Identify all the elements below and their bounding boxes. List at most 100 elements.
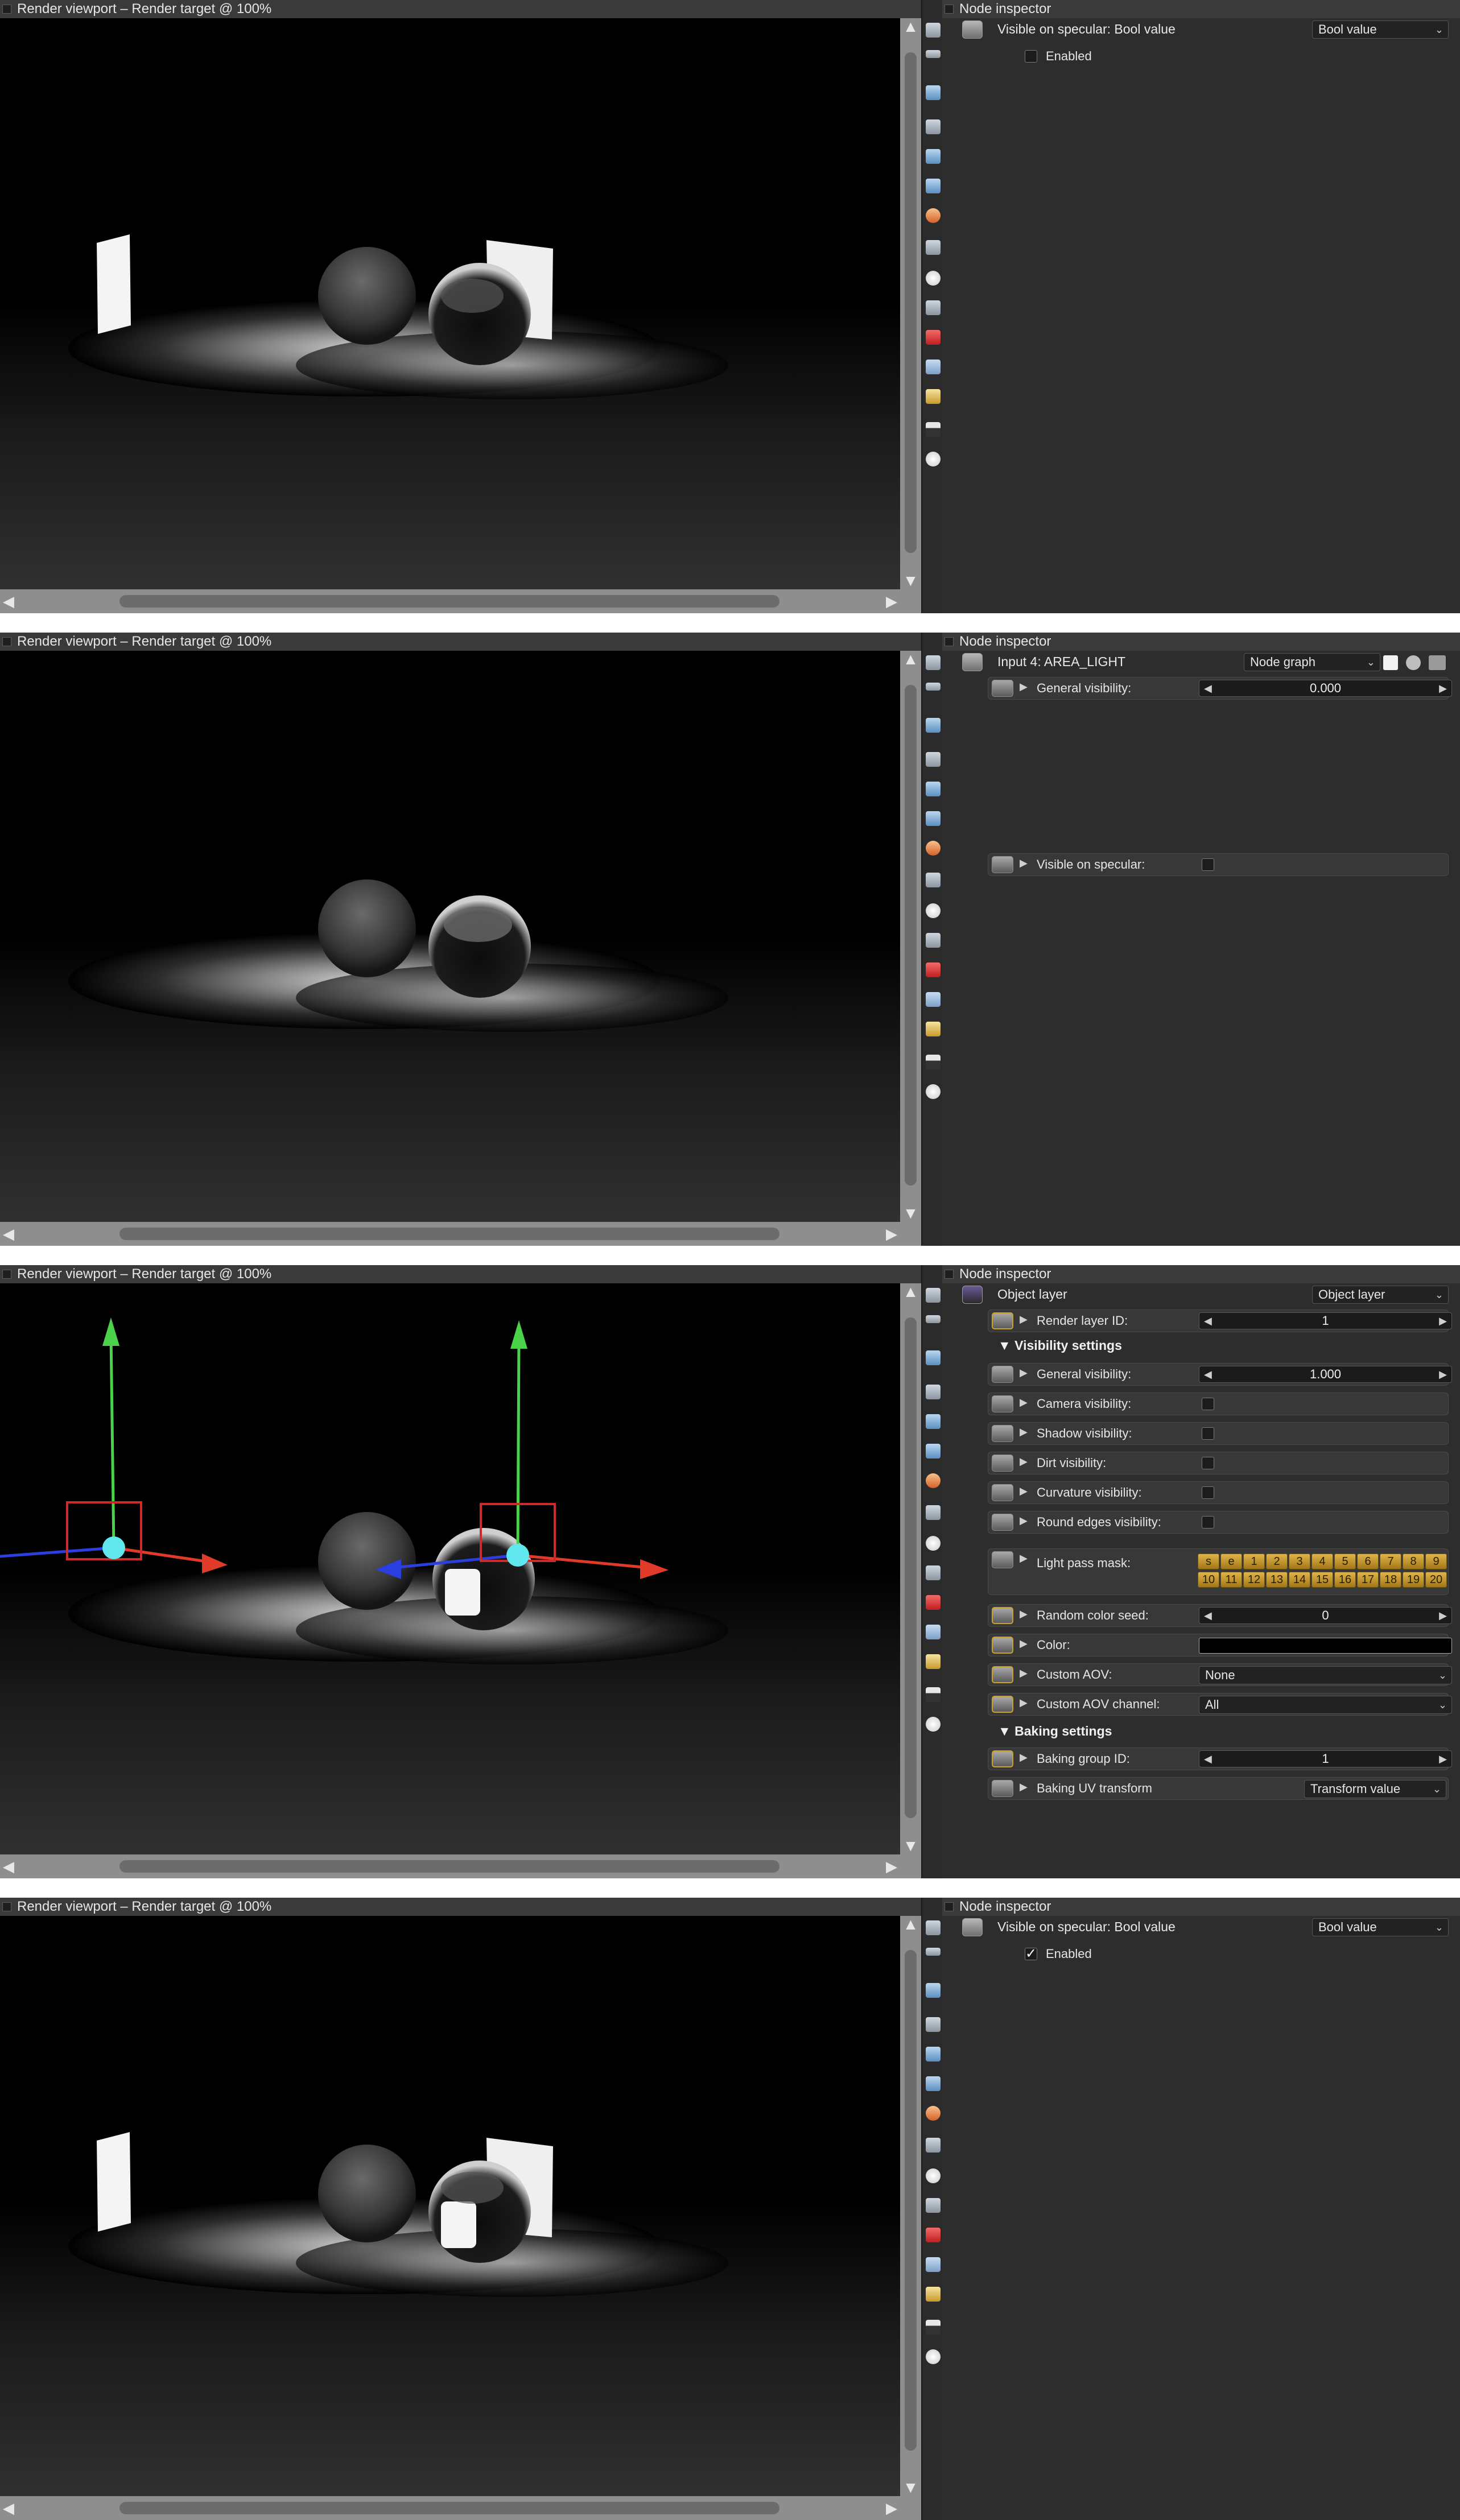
light-pass-mask-button[interactable]: 13 bbox=[1266, 1572, 1288, 1588]
scroll-thumb[interactable] bbox=[905, 1317, 917, 1818]
visible-on-specular-checkbox[interactable] bbox=[1202, 858, 1214, 871]
paint-icon[interactable] bbox=[926, 1473, 941, 1488]
node-icon[interactable] bbox=[926, 933, 941, 948]
round-edges-visibility-checkbox[interactable] bbox=[1202, 1516, 1214, 1528]
increment-arrow[interactable]: ▶ bbox=[1439, 1366, 1447, 1382]
scroll-thumb[interactable] bbox=[119, 595, 780, 608]
expand-icon[interactable]: ▶ bbox=[1020, 1397, 1028, 1408]
grid-icon[interactable] bbox=[926, 1505, 941, 1520]
list-icon[interactable] bbox=[926, 1315, 941, 1323]
scroll-left-arrow[interactable]: ◀ bbox=[0, 589, 17, 613]
window-close-icon[interactable] bbox=[945, 637, 954, 646]
clock-icon[interactable] bbox=[926, 271, 941, 286]
white-swatch-icon[interactable] bbox=[1383, 655, 1398, 670]
light-pass-mask-button[interactable]: 16 bbox=[1334, 1572, 1356, 1588]
clock-icon[interactable] bbox=[926, 2168, 941, 2183]
cube-stack-2-icon[interactable] bbox=[926, 2076, 941, 2091]
layers-icon[interactable] bbox=[926, 655, 941, 670]
picture-icon[interactable] bbox=[926, 422, 941, 437]
expand-icon[interactable]: ▶ bbox=[1020, 1751, 1028, 1763]
film-icon[interactable] bbox=[1429, 655, 1446, 670]
decrement-arrow[interactable]: ◀ bbox=[1204, 1366, 1212, 1382]
scroll-thumb[interactable] bbox=[119, 1228, 780, 1240]
grid-icon[interactable] bbox=[926, 2138, 941, 2153]
grid-icon[interactable] bbox=[926, 240, 941, 255]
list-icon[interactable] bbox=[926, 1948, 941, 1956]
scroll-left-arrow[interactable]: ◀ bbox=[0, 2496, 17, 2520]
layers-icon[interactable] bbox=[926, 1288, 941, 1303]
picture-icon[interactable] bbox=[926, 2320, 941, 2335]
light-pass-mask-button[interactable]: 10 bbox=[1198, 1572, 1219, 1588]
scroll-up-arrow[interactable]: ▲ bbox=[900, 18, 921, 35]
blue-cube-icon[interactable] bbox=[926, 360, 941, 374]
expand-icon[interactable]: ▶ bbox=[1020, 1697, 1028, 1709]
yellow-cube-icon[interactable] bbox=[926, 1654, 941, 1669]
yellow-cube-icon[interactable] bbox=[926, 389, 941, 404]
cube-stack-2-icon[interactable] bbox=[926, 179, 941, 193]
graph-icon[interactable] bbox=[926, 1385, 941, 1399]
scroll-right-arrow[interactable]: ▶ bbox=[883, 1222, 900, 1246]
light-pass-mask-button[interactable]: 6 bbox=[1357, 1554, 1379, 1569]
scroll-up-arrow[interactable]: ▲ bbox=[900, 1283, 921, 1300]
image-icon[interactable] bbox=[926, 85, 941, 100]
scroll-up-arrow[interactable]: ▲ bbox=[900, 1916, 921, 1933]
horizontal-scrollbar[interactable]: ◀ ▶ bbox=[0, 589, 900, 613]
expand-icon[interactable]: ▶ bbox=[1020, 857, 1028, 869]
scroll-down-arrow[interactable]: ▼ bbox=[900, 1205, 921, 1222]
graph-icon[interactable] bbox=[926, 752, 941, 767]
horizontal-scrollbar[interactable]: ◀ ▶ bbox=[0, 1222, 900, 1246]
enabled-checkbox[interactable]: ✓ bbox=[1025, 1947, 1037, 1961]
light-pass-mask-button[interactable]: 12 bbox=[1243, 1572, 1265, 1588]
light-pass-mask-button[interactable]: e bbox=[1220, 1554, 1242, 1569]
baking-group-id-field[interactable]: ◀ 1 ▶ bbox=[1199, 1750, 1452, 1767]
render-canvas[interactable] bbox=[0, 1283, 900, 1854]
light-pass-mask-button[interactable]: 2 bbox=[1266, 1554, 1288, 1569]
yellow-cube-icon[interactable] bbox=[926, 1022, 941, 1036]
custom-aov-select[interactable]: None ⌄ bbox=[1199, 1666, 1452, 1684]
scroll-down-arrow[interactable]: ▼ bbox=[900, 572, 921, 589]
light-pass-mask-button[interactable]: 19 bbox=[1403, 1572, 1424, 1588]
light-pass-mask-button[interactable]: 1 bbox=[1243, 1554, 1265, 1569]
expand-icon[interactable]: ▶ bbox=[1020, 1485, 1028, 1497]
sun-icon[interactable] bbox=[926, 2349, 941, 2364]
clock-icon[interactable] bbox=[926, 903, 941, 918]
image-icon[interactable] bbox=[926, 1350, 941, 1365]
light-pass-mask-button[interactable]: 20 bbox=[1425, 1572, 1447, 1588]
cube-stack-icon[interactable] bbox=[926, 1414, 941, 1429]
general-visibility-slider[interactable]: ◀ 0.000 ▶ bbox=[1199, 680, 1452, 697]
layers-icon[interactable] bbox=[926, 23, 941, 38]
horizontal-scrollbar[interactable]: ◀ ▶ bbox=[0, 1854, 900, 1878]
window-close-icon[interactable] bbox=[2, 637, 11, 646]
random-color-seed-field[interactable]: ◀ 0 ▶ bbox=[1199, 1607, 1452, 1624]
node-type-combo[interactable]: Object layer ⌄ bbox=[1312, 1286, 1449, 1304]
visibility-settings-section[interactable]: ▼ Visibility settings bbox=[998, 1338, 1122, 1353]
decrement-arrow[interactable]: ◀ bbox=[1204, 680, 1212, 696]
render-canvas[interactable] bbox=[0, 651, 900, 1222]
clock-icon[interactable] bbox=[926, 1536, 941, 1551]
scroll-down-arrow[interactable]: ▼ bbox=[900, 1837, 921, 1854]
paint-icon[interactable] bbox=[926, 2106, 941, 2121]
decrement-arrow[interactable]: ◀ bbox=[1204, 1608, 1212, 1623]
scroll-left-arrow[interactable]: ◀ bbox=[0, 1222, 17, 1246]
scroll-down-arrow[interactable]: ▼ bbox=[900, 2479, 921, 2496]
list-icon[interactable] bbox=[926, 683, 941, 691]
window-close-icon[interactable] bbox=[2, 1270, 11, 1279]
scroll-thumb[interactable] bbox=[905, 685, 917, 1185]
node-type-combo[interactable]: Bool value ⌄ bbox=[1312, 20, 1449, 39]
light-pass-mask-button[interactable]: 18 bbox=[1380, 1572, 1401, 1588]
scroll-right-arrow[interactable]: ▶ bbox=[883, 1854, 900, 1878]
sun-icon[interactable] bbox=[926, 1717, 941, 1732]
horizontal-scrollbar[interactable]: ◀ ▶ bbox=[0, 2496, 900, 2520]
scroll-thumb[interactable] bbox=[905, 1950, 917, 2451]
layers-icon[interactable] bbox=[926, 1920, 941, 1935]
picture-icon[interactable] bbox=[926, 1687, 941, 1702]
light-pass-mask-button[interactable]: 3 bbox=[1289, 1554, 1310, 1569]
window-close-icon[interactable] bbox=[945, 1902, 954, 1911]
vertical-scrollbar[interactable]: ▲ ▼ bbox=[900, 1916, 921, 2496]
scroll-left-arrow[interactable]: ◀ bbox=[0, 1854, 17, 1878]
light-pass-mask-button[interactable]: 8 bbox=[1403, 1554, 1424, 1569]
expand-icon[interactable]: ▶ bbox=[1020, 1313, 1028, 1325]
light-pass-mask-button[interactable]: 9 bbox=[1425, 1554, 1447, 1569]
gear-icon[interactable] bbox=[1406, 655, 1421, 670]
vertical-scrollbar[interactable]: ▲ ▼ bbox=[900, 651, 921, 1222]
